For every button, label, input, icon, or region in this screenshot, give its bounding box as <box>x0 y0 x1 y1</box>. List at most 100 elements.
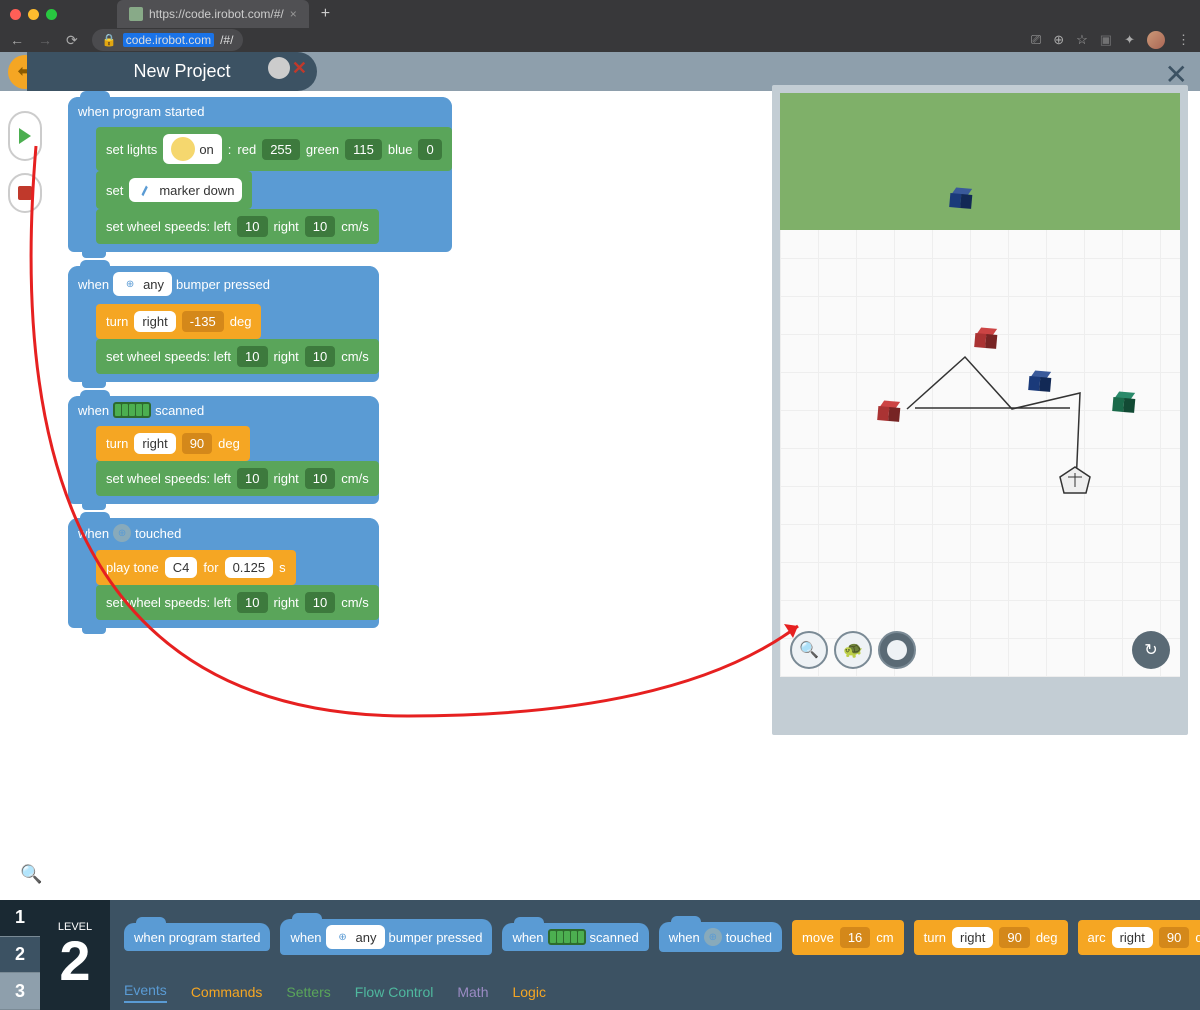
palette-blocks-row[interactable]: when program started when ⊕any bumper pr… <box>110 900 1200 974</box>
block-turn[interactable]: turn right 90 deg <box>96 426 250 461</box>
disconnect-icon: ✕ <box>292 58 307 79</box>
simulator-canvas[interactable]: 🔍 🐢 ↻ <box>780 93 1180 677</box>
close-window-icon[interactable] <box>10 9 21 20</box>
turn-degrees[interactable]: 90 <box>182 433 212 454</box>
sim-record-button[interactable] <box>878 631 916 669</box>
tone-note[interactable]: C4 <box>165 557 198 578</box>
play-button[interactable] <box>8 111 42 161</box>
left-speed-value[interactable]: 10 <box>237 468 267 489</box>
workspace: when program started set lights on : red… <box>0 91 1200 900</box>
maximize-window-icon[interactable] <box>46 9 57 20</box>
right-speed-value[interactable]: 10 <box>305 216 335 237</box>
window-controls[interactable] <box>10 9 57 20</box>
marker-state[interactable]: marker down <box>159 183 234 198</box>
turn-direction[interactable]: right <box>134 311 175 332</box>
block-set-wheel-speeds[interactable]: set wheel speeds: left 10 right 10 cm/s <box>96 339 379 374</box>
play-icon <box>19 128 31 144</box>
palette-categories: Events Commands Setters Flow Control Mat… <box>110 974 1200 1010</box>
left-speed-value[interactable]: 10 <box>237 346 267 367</box>
category-logic[interactable]: Logic <box>512 984 545 1000</box>
tab-bar: https://code.irobot.com/#/ × + <box>0 0 1200 28</box>
extensions-icon[interactable]: ✦ <box>1124 32 1135 48</box>
palette-block-scanned[interactable]: when scanned <box>502 923 648 951</box>
stop-button[interactable] <box>8 173 42 213</box>
turn-direction[interactable]: right <box>134 433 175 454</box>
block-label: set wheel speeds: left <box>106 219 231 234</box>
level-tab-1[interactable]: 1 <box>0 900 40 937</box>
reload-icon[interactable]: ⟳ <box>66 32 78 49</box>
menu-icon[interactable]: ⋮ <box>1177 32 1190 48</box>
sim-path-line <box>780 93 1180 677</box>
bookmark-icon[interactable]: ☆ <box>1076 32 1088 48</box>
project-title[interactable]: New Project <box>133 61 230 82</box>
hat-label: when program started <box>78 104 204 119</box>
new-tab-button[interactable]: + <box>321 5 330 23</box>
touch-icon[interactable]: ⊕ <box>113 524 131 542</box>
palette-block-turn[interactable]: turn right 90 deg <box>914 920 1068 955</box>
hat-program-started[interactable]: when program started <box>68 97 452 125</box>
category-commands[interactable]: Commands <box>191 984 263 1000</box>
block-turn[interactable]: turn right -135 deg <box>96 304 261 339</box>
cast-icon[interactable]: ⎚ <box>1031 32 1041 48</box>
palette-block-bumper[interactable]: when ⊕any bumper pressed <box>280 919 492 955</box>
right-speed-value[interactable]: 10 <box>305 346 335 367</box>
workspace-zoom-icon[interactable]: 🔍 <box>20 864 42 885</box>
bumper-any[interactable]: any <box>143 277 164 292</box>
block-set-wheel-speeds[interactable]: set wheel speeds: left 10 right 10 cm/s <box>96 585 379 620</box>
block-stack-1[interactable]: when program started set lights on : red… <box>68 97 452 642</box>
palette-block-move[interactable]: move 16 cm <box>792 920 904 955</box>
color-sensor-icon[interactable] <box>113 402 151 418</box>
sim-speed-button[interactable]: 🐢 <box>834 631 872 669</box>
code-canvas[interactable]: when program started set lights on : red… <box>60 91 760 900</box>
right-speed-value[interactable]: 10 <box>305 468 335 489</box>
hat-touched[interactable]: when ⊕ touched <box>68 518 379 548</box>
block-set-lights[interactable]: set lights on : red 255 green 115 blue 0 <box>96 127 452 171</box>
block-set-wheel-speeds[interactable]: set wheel speeds: left 10 right 10 cm/s <box>96 461 379 496</box>
robot-icon <box>1058 465 1092 495</box>
url-input[interactable]: 🔒 code.irobot.com/#/ <box>92 29 244 51</box>
level-tab-3[interactable]: 3 <box>0 973 40 1010</box>
category-math[interactable]: Math <box>457 984 488 1000</box>
nav-forward-icon[interactable]: → <box>38 32 52 48</box>
red-value[interactable]: 255 <box>262 139 300 160</box>
level-tab-2[interactable]: 2 <box>0 937 40 974</box>
install-icon[interactable]: ⊕ <box>1053 32 1064 48</box>
extension-icon[interactable]: ▣ <box>1100 32 1112 48</box>
profile-avatar[interactable] <box>1147 31 1165 49</box>
post: bumper pressed <box>389 930 483 945</box>
category-flow-control[interactable]: Flow Control <box>355 984 434 1000</box>
hat-bumper-pressed[interactable]: when ⊕any bumper pressed <box>68 266 379 302</box>
left-speed-value[interactable]: 10 <box>237 592 267 613</box>
light-state[interactable]: on <box>199 142 213 157</box>
green-value[interactable]: 115 <box>345 139 382 160</box>
right-speed-value[interactable]: 10 <box>305 592 335 613</box>
palette-block-program-started[interactable]: when program started <box>124 923 270 951</box>
block-set-marker[interactable]: set marker down <box>96 171 252 209</box>
tone-duration[interactable]: 0.125 <box>225 557 274 578</box>
url-domain: code.irobot.com <box>123 33 214 47</box>
sim-zoom-button[interactable]: 🔍 <box>790 631 828 669</box>
sim-reset-button[interactable]: ↻ <box>1132 631 1170 669</box>
blue-value[interactable]: 0 <box>418 139 441 160</box>
hat-pre: when <box>78 277 109 292</box>
category-events[interactable]: Events <box>124 982 167 1003</box>
dir: right <box>952 927 993 948</box>
palette-block-arc[interactable]: arc right 90 deg. 12 <box>1078 920 1200 955</box>
category-setters[interactable]: Setters <box>286 984 330 1000</box>
block-label: when program started <box>134 930 260 945</box>
block-label: play tone <box>106 560 159 575</box>
palette-block-touched[interactable]: when ⊕ touched <box>659 922 782 952</box>
turn-degrees[interactable]: -135 <box>182 311 224 332</box>
block-play-tone[interactable]: play tone C4 for 0.125 s <box>96 550 296 585</box>
close-tab-icon[interactable]: × <box>290 7 297 21</box>
browser-tab[interactable]: https://code.irobot.com/#/ × <box>117 0 309 28</box>
nav-back-icon[interactable]: ← <box>10 32 24 48</box>
minimize-window-icon[interactable] <box>28 9 39 20</box>
block-set-wheel-speeds[interactable]: set wheel speeds: left 10 right 10 cm/s <box>96 209 379 244</box>
pre: when <box>512 930 543 945</box>
robot-status[interactable]: ✕ <box>268 57 307 79</box>
sim-controls: 🔍 🐢 <box>790 631 916 669</box>
value: 90 <box>1159 927 1189 948</box>
left-speed-value[interactable]: 10 <box>237 216 267 237</box>
hat-color-scanned[interactable]: when scanned <box>68 396 379 424</box>
